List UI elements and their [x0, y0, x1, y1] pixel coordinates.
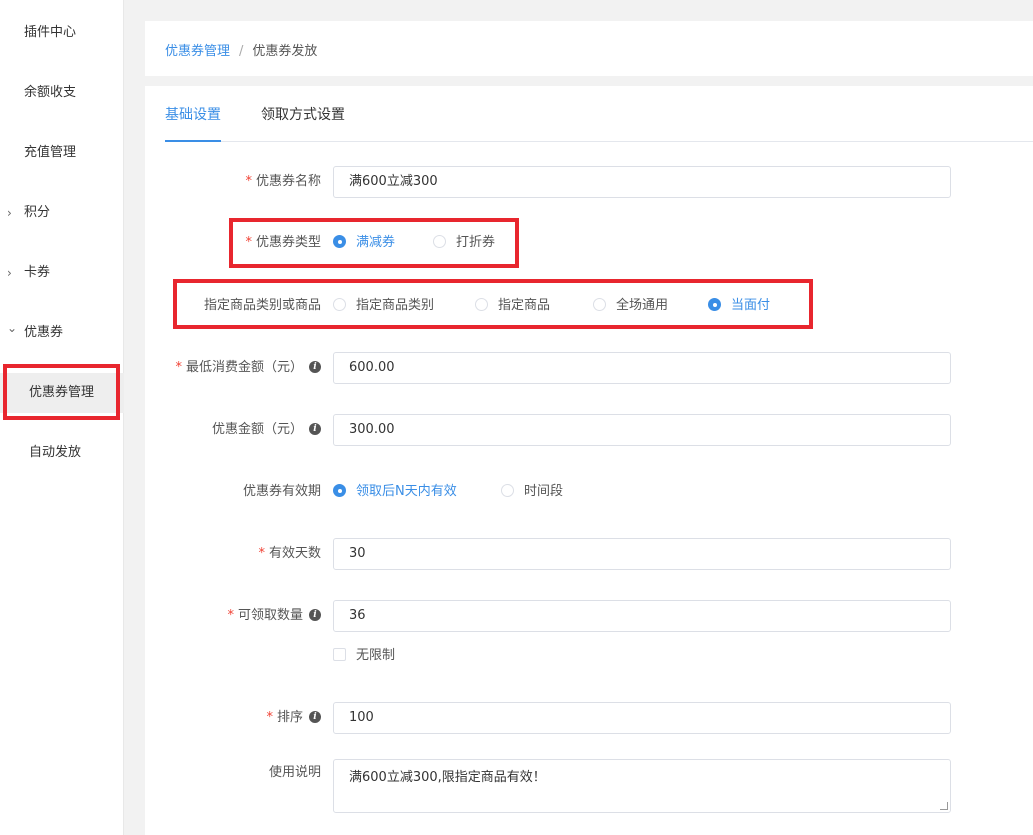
form-label-name: * 优惠券名称 — [245, 166, 321, 198]
sidebar-item-plugin-center[interactable]: 插件中心 — [0, 13, 124, 53]
form-label-desc: 使用说明 — [268, 765, 321, 780]
radio-dot — [433, 235, 446, 248]
radio-label: 指定商品 — [498, 298, 551, 313]
radio-dot — [333, 484, 346, 497]
radio-n-days-after-claim[interactable]: 领取后N天内有效 — [333, 476, 457, 508]
sidebar: 插件中心 余额收支 充值管理 › 积分 › 卡券 ⌄ 优惠券 优惠券管理 自动发… — [0, 0, 124, 835]
radio-label: 满减券 — [356, 235, 396, 250]
checkbox-box — [333, 648, 346, 661]
label-text: 有效天数 — [268, 546, 321, 561]
description-textarea[interactable]: 满600立减300,限指定商品有效！ — [333, 759, 951, 813]
sort-input[interactable]: 100 — [333, 702, 951, 734]
label-text: 优惠金额（元） — [211, 422, 303, 437]
breadcrumb-current: 优惠券发放 — [252, 44, 318, 59]
radio-dot — [333, 298, 346, 311]
radio-dot — [708, 298, 721, 311]
form-label-sort: * 排序 i — [266, 702, 321, 734]
valid-days-input[interactable]: 30 — [333, 538, 951, 570]
required-mark: * — [245, 174, 252, 189]
chevron-right-icon: › — [7, 266, 12, 280]
coupon-name-input[interactable]: 满600立减300 — [333, 166, 951, 198]
required-mark: * — [258, 546, 265, 561]
radio-dot — [593, 298, 606, 311]
sidebar-item-label: 余额收支 — [24, 85, 77, 100]
tabs: 基础设置 领取方式设置 — [165, 86, 1033, 142]
sidebar-item-points[interactable]: › 积分 — [0, 193, 124, 233]
main-panel: 基础设置 领取方式设置 * 优惠券名称 满600立减300 * 优惠券类型 满减券 … — [145, 86, 1033, 835]
form-label-min-amount: * 最低消费金额（元） i — [175, 352, 321, 384]
chevron-down-icon: ⌄ — [7, 321, 18, 335]
unlimited-checkbox[interactable]: 无限制 — [333, 646, 395, 666]
breadcrumb-panel: 优惠券管理 / 优惠券发放 — [145, 21, 1033, 76]
sidebar-item-coupons[interactable]: ⌄ 优惠券 — [0, 313, 124, 353]
required-mark: * — [175, 360, 182, 375]
radio-label: 全场通用 — [616, 298, 669, 313]
tab-basic-settings[interactable]: 基础设置 — [165, 104, 221, 142]
tab-claim-method-settings[interactable]: 领取方式设置 — [261, 104, 345, 142]
resize-grip-icon[interactable] — [940, 802, 948, 810]
radio-label: 打折券 — [456, 235, 496, 250]
breadcrumb: 优惠券管理 / 优惠券发放 — [165, 40, 317, 59]
label-text: 最低消费金额（元） — [185, 360, 303, 375]
form-label-validity: 优惠券有效期 — [242, 484, 321, 499]
radio-specific-product[interactable]: 指定商品 — [475, 290, 550, 322]
sidebar-item-label: 优惠券管理 — [29, 385, 95, 400]
min-amount-input[interactable]: 600.00 — [333, 352, 951, 384]
radio-product-category[interactable]: 指定商品类别 — [333, 290, 434, 322]
label-text: 排序 — [276, 710, 303, 725]
form-label-discount: 优惠金额（元） i — [212, 414, 321, 446]
info-icon[interactable]: i — [309, 360, 321, 373]
form-label-scope: 指定商品类别或商品 — [203, 298, 321, 313]
radio-time-range[interactable]: 时间段 — [501, 476, 563, 508]
form-label-days: * 有效天数 — [258, 538, 321, 570]
label-text: 可领取数量 — [237, 608, 303, 623]
sidebar-item-label: 插件中心 — [24, 25, 77, 40]
sidebar-item-label: 充值管理 — [24, 145, 77, 160]
info-icon[interactable]: i — [309, 422, 321, 435]
checkbox-label: 无限制 — [356, 648, 396, 663]
form-label-type: * 优惠券类型 — [245, 227, 321, 259]
info-icon[interactable]: i — [309, 710, 321, 723]
radio-label: 时间段 — [524, 484, 564, 499]
sidebar-item-balance[interactable]: 余额收支 — [0, 73, 124, 113]
label-text: 优惠券名称 — [255, 174, 321, 189]
required-mark: * — [245, 235, 252, 250]
form-label-quantity: * 可领取数量 i — [227, 600, 321, 632]
breadcrumb-separator: / — [239, 44, 244, 59]
claim-quantity-input[interactable]: 36 — [333, 600, 951, 632]
radio-face-to-face-pay[interactable]: 当面付 — [708, 290, 770, 322]
sidebar-item-label: 卡券 — [24, 265, 51, 280]
sidebar-item-label: 优惠券 — [24, 325, 64, 340]
radio-label: 领取后N天内有效 — [356, 484, 457, 499]
radio-full-reduction[interactable]: 满减券 — [333, 227, 395, 259]
radio-dot — [501, 484, 514, 497]
radio-dot — [475, 298, 488, 311]
chevron-right-icon: › — [7, 206, 12, 220]
discount-amount-input[interactable]: 300.00 — [333, 414, 951, 446]
sidebar-item-recharge[interactable]: 充值管理 — [0, 133, 124, 173]
sidebar-item-coupon-management[interactable]: 优惠券管理 — [0, 373, 124, 413]
radio-store-wide[interactable]: 全场通用 — [593, 290, 668, 322]
radio-dot — [333, 235, 346, 248]
radio-discount[interactable]: 打折券 — [433, 227, 495, 259]
sidebar-item-auto-issue[interactable]: 自动发放 — [0, 433, 124, 473]
required-mark: * — [227, 608, 234, 623]
radio-label: 指定商品类别 — [356, 298, 435, 313]
required-mark: * — [266, 710, 273, 725]
radio-label: 当面付 — [731, 298, 771, 313]
label-text: 优惠券类型 — [255, 235, 321, 250]
breadcrumb-link-coupon-management[interactable]: 优惠券管理 — [165, 44, 230, 59]
info-icon[interactable]: i — [309, 608, 321, 621]
sidebar-item-label: 积分 — [24, 205, 51, 220]
sidebar-item-label: 自动发放 — [29, 445, 82, 460]
sidebar-item-cards[interactable]: › 卡券 — [0, 253, 124, 293]
